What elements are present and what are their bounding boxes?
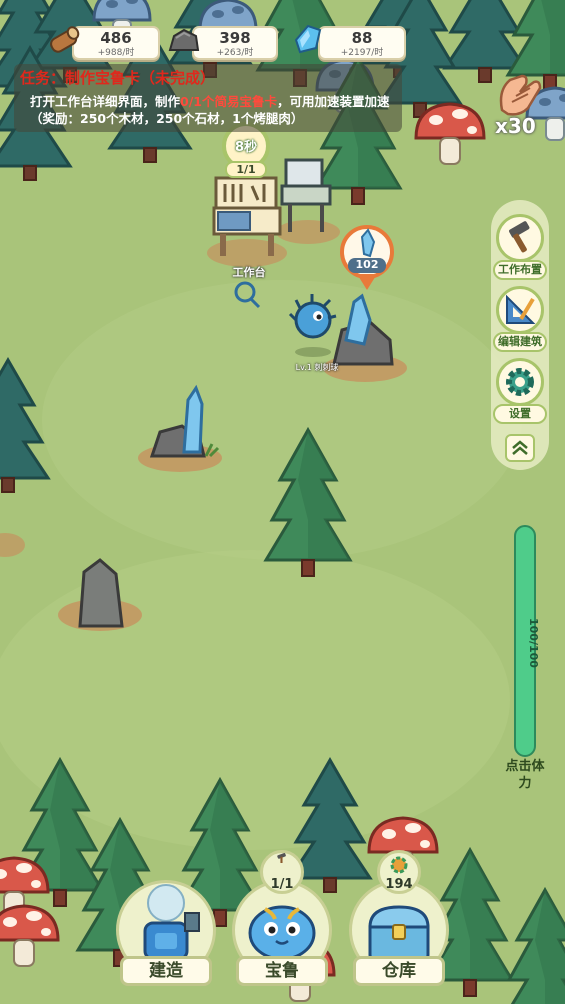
pet-label: Lv.1 刺刺球: [295, 363, 339, 372]
side-menu: 工作布置 编辑建筑 设置: [491, 200, 549, 470]
hammer-icon: [509, 221, 530, 253]
stamina-label: 点击体力: [505, 759, 545, 791]
gear-icon: [506, 368, 534, 396]
magnifier-icon[interactable]: [234, 282, 264, 312]
wood-rate: +988/时: [97, 48, 135, 58]
crystal-counter: 88 +2197/时: [318, 26, 406, 60]
collapse-button[interactable]: [505, 434, 535, 462]
stamina-value: 100/100: [527, 618, 540, 668]
chevron-up-icon: [512, 440, 528, 455]
log-icon: [50, 26, 80, 53]
quest-panel[interactable]: 任务：制作宝鲁卡（未完成） 打开工作台详细界面，制作0/1个简易宝鲁卡，可用加速…: [14, 64, 402, 132]
stone-rate: +263/时: [216, 48, 254, 58]
workbench[interactable]: [212, 160, 332, 260]
workbench-label: 工作台: [232, 266, 266, 279]
pet-label-button: 宝鲁: [236, 956, 328, 986]
hammer-icon: [277, 853, 286, 863]
storage-label: 仓库: [353, 956, 445, 986]
clap-icon[interactable]: [494, 70, 546, 118]
pet-badge: 1/1: [260, 850, 304, 894]
crystal-rate: +2197/时: [340, 48, 384, 58]
layout-button[interactable]: [496, 214, 544, 262]
pet-count: 1/1: [270, 877, 294, 892]
edit-building-label[interactable]: 编辑建筑: [493, 332, 547, 352]
quest-text-1: 打开工作台详细界面，制作: [30, 94, 181, 109]
settings-button[interactable]: [496, 358, 544, 406]
ruler-icon: [506, 294, 536, 324]
pet-button[interactable]: 宝鲁: [232, 880, 332, 992]
clap-count: x30: [495, 114, 536, 138]
stone-icon: [168, 28, 200, 51]
build-button[interactable]: 建造: [116, 880, 216, 992]
storage-badge: 194: [377, 850, 421, 894]
settings-label[interactable]: 设置: [493, 404, 547, 424]
workbench-timer: 8秒: [234, 140, 258, 155]
recycle-gear-icon: [390, 856, 408, 874]
layout-label[interactable]: 工作布置: [493, 260, 547, 280]
crystal-icon: [294, 24, 322, 54]
quest-title: 任务：制作宝鲁卡（未完成）: [20, 69, 216, 87]
storage-button[interactable]: 仓库: [349, 880, 449, 992]
crystal-node[interactable]: [330, 226, 402, 376]
edit-building-button[interactable]: [496, 286, 544, 334]
build-label: 建造: [120, 956, 212, 986]
wood-counter: 486 +988/时: [72, 26, 160, 60]
quest-progress: 0/1个简易宝鲁卡: [180, 94, 277, 109]
quest-description: 打开工作台详细界面，制作0/1个简易宝鲁卡，可用加速装置加速（奖励：250个木材…: [30, 93, 402, 127]
storage-count: 194: [385, 877, 413, 892]
stone-counter: 398 +263/时: [192, 26, 278, 60]
